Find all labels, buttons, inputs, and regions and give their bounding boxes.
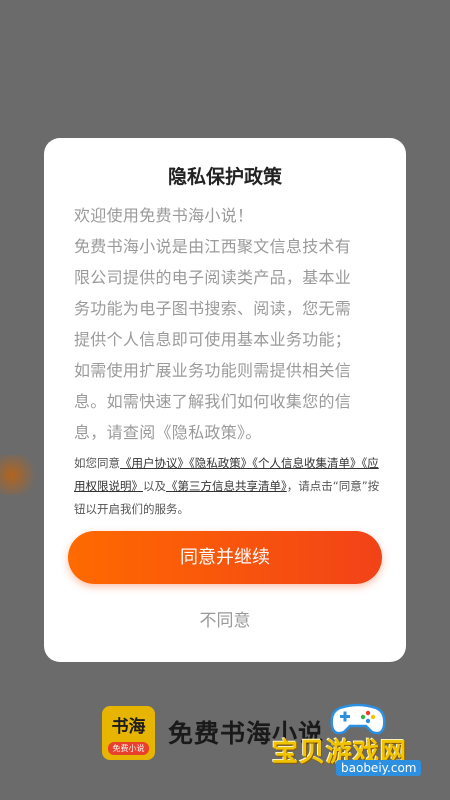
consent-prefix: 如您同意 <box>74 456 120 470</box>
background-accent <box>0 455 40 495</box>
logo-subtitle: 免费小说 <box>108 742 149 755</box>
privacy-policy-link[interactable]: 《隐私政策》 <box>189 456 252 470</box>
watermark-url: baobeiy.com <box>336 760 422 776</box>
policy-line: 务功能为电子图书搜索、阅读，您无需 <box>74 299 352 318</box>
privacy-dialog: 隐私保护政策 欢迎使用免费书海小说！ 免费书海小说是由江西聚文信息技术有 限公司… <box>44 138 406 662</box>
policy-line: 限公司提供的电子阅读类产品，基本业 <box>74 268 352 287</box>
watermark: 宝贝游戏网 baobeiy.com <box>270 700 445 785</box>
app-logo: 书海 免费小说 <box>102 706 155 760</box>
policy-line: 息，请查阅《隐私政策》。 <box>74 423 262 442</box>
info-collection-link[interactable]: 《个人信息收集清单》 <box>252 456 361 470</box>
logo-title: 书海 <box>111 717 146 737</box>
disagree-button[interactable]: 不同意 <box>44 606 406 631</box>
policy-line: 如需使用扩展业务功能则需提供相关信 <box>74 361 352 380</box>
third-party-sharing-link[interactable]: 《第三方信息共享清单》 <box>166 479 287 493</box>
dialog-title: 隐私保护政策 <box>167 166 282 188</box>
agree-button[interactable]: 同意并继续 <box>68 531 382 584</box>
policy-line: 息。如需快速了解我们如何收集您的信 <box>74 392 352 411</box>
policy-line: 免费书海小说是由江西聚文信息技术有 <box>74 237 352 256</box>
consent-notice: 如您同意《用户协议》《隐私政策》《个人信息收集清单》《应用权限说明》以及《第三方… <box>74 452 386 521</box>
user-agreement-link[interactable]: 《用户协议》 <box>120 456 189 470</box>
policy-line: 欢迎使用免费书海小说！ <box>74 206 254 225</box>
policy-text: 欢迎使用免费书海小说！ 免费书海小说是由江西聚文信息技术有 限公司提供的电子阅读… <box>74 200 376 448</box>
consent-joiner: 以及 <box>143 479 166 493</box>
policy-line: 提供个人信息即可使用基本业务功能； <box>74 330 352 349</box>
